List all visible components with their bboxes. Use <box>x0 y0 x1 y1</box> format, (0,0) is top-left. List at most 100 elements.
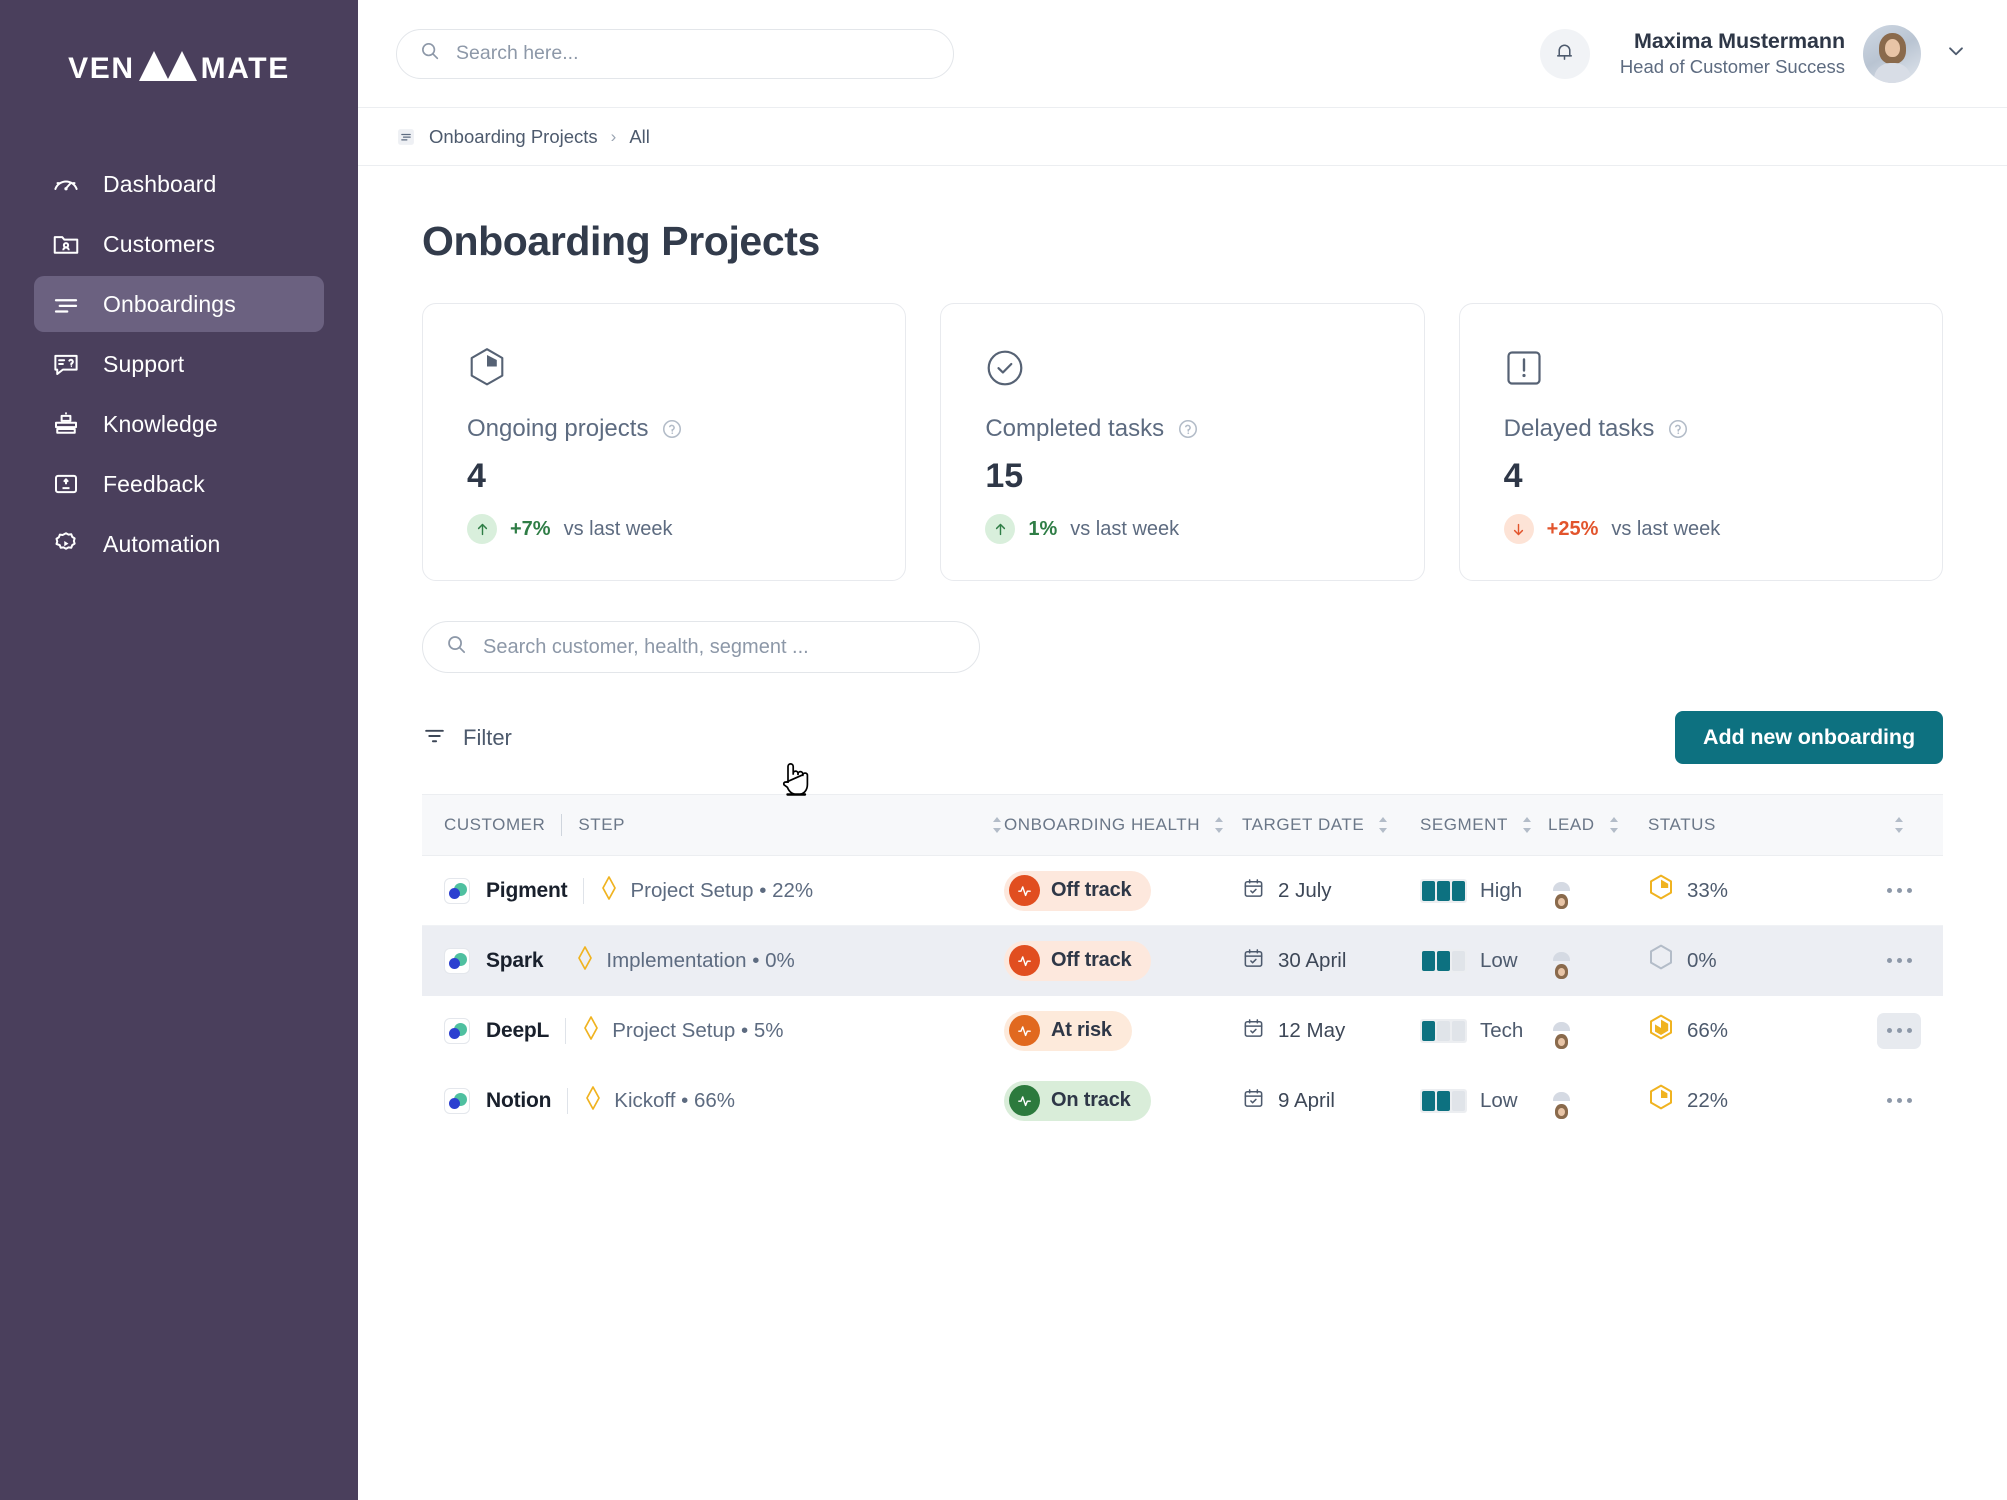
column-header-segment[interactable]: SEGMENT <box>1420 815 1548 835</box>
sort-updown-icon[interactable] <box>1892 815 1906 835</box>
cell-health: At risk <box>1004 1010 1242 1051</box>
breadcrumb: Onboarding Projects › All <box>358 108 2007 166</box>
arrow-up-icon <box>467 514 497 544</box>
cell-customer: Notion Kickoff • 66% <box>444 1085 1004 1116</box>
stat-delta-value: +7% <box>510 517 551 540</box>
breadcrumb-root[interactable]: Onboarding Projects <box>429 126 598 148</box>
table-row[interactable]: Spark Implementation • 0% Off track 30 A… <box>422 926 1943 996</box>
user-menu-button[interactable] <box>1943 38 1969 69</box>
more-horizontal-icon[interactable] <box>1877 1083 1921 1119</box>
filter-label: Filter <box>463 724 512 750</box>
pulse-icon <box>1009 945 1040 976</box>
column-header-actions[interactable] <box>1877 815 1921 835</box>
pigment-logo-icon <box>444 877 470 904</box>
target-date: 2 July <box>1278 878 1332 902</box>
sidebar-item-knowledge[interactable]: Knowledge <box>34 396 324 452</box>
help-circle-icon[interactable] <box>1667 418 1689 440</box>
avatar[interactable] <box>1863 24 1921 83</box>
sidebar-item-onboardings[interactable]: Onboardings <box>34 276 324 332</box>
cell-segment: High <box>1420 878 1548 903</box>
diamond-icon <box>600 875 618 906</box>
sidebar-item-feedback[interactable]: Feedback <box>34 456 324 512</box>
feedback-icon <box>50 468 82 500</box>
diamond-icon <box>576 945 594 976</box>
step-text: Project Setup • 22% <box>630 878 814 902</box>
help-circle-icon[interactable] <box>661 418 683 440</box>
sort-updown-icon[interactable] <box>1376 815 1390 835</box>
sort-updown-icon[interactable] <box>1212 815 1226 835</box>
sidebar-item-support[interactable]: Support <box>34 336 324 392</box>
calendar-check-icon <box>1242 1017 1265 1045</box>
column-header-customer-step[interactable]: CUSTOMER STEP <box>444 814 1004 836</box>
books-icon <box>50 408 82 440</box>
table-row[interactable]: DeepL Project Setup • 5% At risk 12 May … <box>422 996 1943 1066</box>
cell-actions <box>1877 943 1921 979</box>
segment-level-bars <box>1420 1088 1467 1113</box>
hexagon-progress-icon <box>1648 874 1674 907</box>
top-right-cluster: Maxima Mustermann Head of Customer Succe… <box>1539 24 1969 83</box>
header-divider <box>561 814 563 836</box>
table-search-input[interactable] <box>483 635 957 659</box>
sidebar-item-customers[interactable]: Customers <box>34 216 324 272</box>
brand-logo[interactable]: VEN MATE <box>0 30 358 108</box>
stat-card-ongoing-projects: Ongoing projects 4 +7% vs last week <box>422 303 907 581</box>
column-header-health[interactable]: ONBOARDING HEALTH <box>1004 815 1242 835</box>
row-divider <box>559 948 560 974</box>
chevron-down-icon <box>1943 38 1969 69</box>
hexagon-empty-icon <box>1648 944 1674 977</box>
help-circle-icon[interactable] <box>1177 418 1199 440</box>
breadcrumb-current[interactable]: All <box>629 126 650 148</box>
status-badge: Off track <box>1004 940 1152 981</box>
column-label-step: STEP <box>578 815 625 834</box>
sidebar-item-dashboard[interactable]: Dashboard <box>34 156 324 212</box>
filter-button[interactable]: Filter <box>422 723 512 753</box>
column-header-status[interactable]: STATUS <box>1648 815 1768 835</box>
more-horizontal-icon[interactable] <box>1877 873 1921 909</box>
health-label: At risk <box>1051 1019 1112 1041</box>
cell-segment: Low <box>1420 948 1548 973</box>
arrow-down-icon <box>1503 514 1534 544</box>
sort-updown-icon[interactable] <box>990 815 1004 835</box>
sort-updown-icon[interactable] <box>1607 815 1621 835</box>
cell-status: 0% <box>1648 944 1768 977</box>
health-label: Off track <box>1051 879 1132 901</box>
sort-updown-icon[interactable] <box>1520 815 1534 835</box>
cell-health: On track <box>1004 1080 1242 1121</box>
folder-user-icon <box>50 228 82 260</box>
cell-status: 66% <box>1648 1014 1768 1047</box>
more-horizontal-icon[interactable] <box>1877 1012 1921 1049</box>
customer-name: DeepL <box>486 1018 550 1042</box>
add-new-onboarding-button[interactable]: Add new onboarding <box>1675 711 1943 764</box>
brand-name-left: VEN <box>68 52 135 85</box>
segment-level-bars <box>1420 878 1467 903</box>
cell-segment: Low <box>1420 1088 1548 1113</box>
cell-customer: DeepL Project Setup • 5% <box>444 1015 1004 1046</box>
table-row[interactable]: Pigment Project Setup • 22% Off track 2 … <box>422 856 1943 926</box>
hexagon-progress-icon <box>1648 1084 1674 1117</box>
pulse-icon <box>1009 1015 1040 1046</box>
onboarding-icon <box>396 127 416 147</box>
table-search[interactable] <box>422 621 980 673</box>
more-horizontal-icon[interactable] <box>1877 943 1921 979</box>
step-text: Project Setup • 5% <box>612 1018 784 1042</box>
customer-name: Pigment <box>486 878 568 902</box>
column-label-lead: LEAD <box>1548 815 1595 834</box>
search-input[interactable] <box>456 42 931 65</box>
row-divider <box>565 1017 567 1044</box>
sidebar-item-automation[interactable]: Automation <box>34 516 324 572</box>
table-row[interactable]: Notion Kickoff • 66% On track 9 April Lo… <box>422 1066 1943 1136</box>
column-header-target-date[interactable]: TARGET DATE <box>1242 815 1420 835</box>
app-root: VEN MATE Dashboard Customers Onboardings… <box>0 0 2007 1500</box>
stat-value: 15 <box>985 457 1024 495</box>
global-search[interactable] <box>396 28 954 79</box>
gauge-icon <box>50 168 82 200</box>
notification-button[interactable] <box>1539 28 1590 79</box>
user-name: Maxima Mustermann <box>1634 28 1845 53</box>
column-header-lead[interactable]: LEAD <box>1548 815 1648 835</box>
cell-actions <box>1877 1083 1921 1119</box>
sidebar-item-label: Onboardings <box>103 290 236 317</box>
segment-label: Tech <box>1480 1018 1524 1042</box>
status-percent: 33% <box>1687 878 1729 902</box>
status-badge: On track <box>1004 1080 1151 1121</box>
stat-delta-text: vs last week <box>1070 517 1180 540</box>
